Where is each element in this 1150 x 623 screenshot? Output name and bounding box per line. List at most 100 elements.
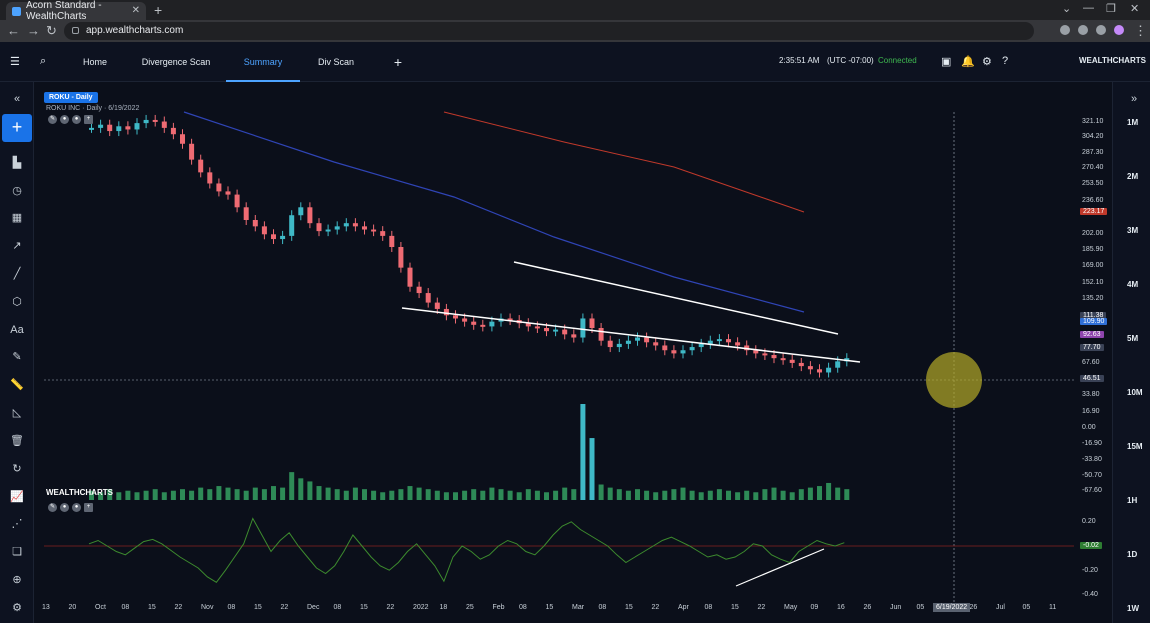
profile-avatar[interactable]	[1114, 25, 1124, 35]
reload-icon[interactable]: ↻	[46, 23, 57, 39]
candle	[534, 326, 540, 329]
chart-visibility-icon[interactable]: ●	[60, 115, 69, 124]
candle	[389, 235, 395, 247]
timeframe-option[interactable]: 10M	[1127, 388, 1143, 397]
osc-settings-icon[interactable]: ✎	[48, 503, 57, 512]
new-tab-button[interactable]: +	[154, 2, 162, 18]
browser-tab[interactable]: Acorn Standard - WealthCharts ✕	[6, 0, 146, 22]
minimize-icon[interactable]: —	[1083, 2, 1094, 14]
candle	[107, 124, 113, 132]
chart-more-icon[interactable]: ●	[72, 115, 81, 124]
close-window-icon[interactable]: ✕	[1130, 2, 1139, 15]
measure-icon[interactable]: ◺	[8, 404, 26, 422]
save-icon[interactable]: ▣	[941, 55, 951, 68]
timeframe-option[interactable]: 1D	[1127, 550, 1137, 559]
clock-icon[interactable]: ◷	[8, 182, 26, 200]
candle	[580, 318, 586, 338]
timeframe-option[interactable]: 15M	[1127, 442, 1143, 451]
volume-bar	[443, 492, 449, 500]
timeframe-option[interactable]: 1H	[1127, 496, 1137, 505]
candle	[152, 119, 158, 122]
trash-icon[interactable]: 🗑	[8, 432, 26, 450]
osc-visibility-icon[interactable]: ●	[60, 503, 69, 512]
volume-bar	[453, 492, 458, 500]
gear-icon[interactable]: ⚙	[982, 55, 992, 68]
candle	[98, 124, 104, 128]
chart-settings-icon[interactable]: ✎	[48, 115, 57, 124]
trend-icon[interactable]: ↗	[8, 237, 26, 255]
tab-home[interactable]: Home	[75, 42, 115, 82]
timeframe-option[interactable]: 4M	[1127, 280, 1138, 289]
candle	[635, 337, 640, 341]
crosshair-icon[interactable]: ⊕	[8, 571, 26, 589]
search-icon[interactable]: ⌕	[40, 55, 46, 68]
osc-add-icon[interactable]: +	[84, 503, 93, 512]
close-tab-icon[interactable]: ✕	[132, 5, 140, 16]
volume-bar	[762, 489, 768, 500]
url-field[interactable]: app.wealthcharts.com	[64, 22, 1034, 40]
time-tick-label: 22	[757, 604, 766, 611]
volume-bar	[616, 489, 622, 500]
volume-bar	[116, 492, 122, 500]
collapse-right-icon[interactable]: »	[1125, 90, 1143, 108]
layers-icon[interactable]: ❏	[8, 543, 26, 561]
help-icon[interactable]: ?	[1002, 55, 1008, 67]
volume-bar	[744, 490, 750, 500]
settings-gear-icon[interactable]: ⚙	[8, 599, 26, 617]
shape-tool-icon[interactable]: ⬡	[8, 293, 26, 311]
time-tick-label: 15	[731, 604, 739, 611]
refresh-icon[interactable]: ↻	[8, 460, 26, 478]
volume-bar	[726, 490, 731, 500]
line-tool-icon[interactable]: ╱	[8, 265, 26, 283]
text-tool-icon[interactable]: Aa	[8, 321, 26, 339]
sidebar-icon[interactable]	[1096, 25, 1106, 35]
volume-bar	[635, 489, 640, 500]
tab-div-scan[interactable]: Div Scan	[312, 42, 360, 82]
candle	[489, 321, 495, 327]
osc-more-icon[interactable]: ●	[72, 503, 81, 512]
candle	[216, 183, 222, 192]
calendar-icon[interactable]: ▦	[8, 209, 26, 227]
price-label-badge: 92.63	[1080, 331, 1104, 338]
volume-bar	[252, 487, 258, 500]
price-tick-label: 0.00	[1082, 424, 1096, 431]
collapse-left-icon[interactable]: «	[8, 90, 26, 108]
volume-bar	[680, 487, 686, 500]
candle	[407, 267, 413, 287]
chart-type-icon[interactable]: ▙	[8, 154, 26, 172]
chart-add-icon[interactable]: +	[84, 115, 93, 124]
ruler-icon[interactable]: 📏	[8, 376, 26, 394]
add-button[interactable]: +	[2, 114, 32, 142]
volume-bar	[689, 490, 695, 500]
tab-divergence-scan[interactable]: Divergence Scan	[140, 42, 212, 82]
price-tick-label: 202.00	[1082, 230, 1104, 237]
symbol-tag[interactable]: ROKU - Daily	[44, 92, 98, 103]
timeframe-option[interactable]: 1M	[1127, 118, 1138, 127]
timeframe-option[interactable]: 1W	[1127, 604, 1139, 613]
indicator-icon[interactable]: 📈	[8, 488, 26, 506]
browser-menu-icon[interactable]: ⋮	[1134, 23, 1147, 39]
volume-bar	[534, 490, 540, 500]
back-icon[interactable]: ←	[7, 23, 20, 38]
volume-bar	[189, 490, 195, 500]
timeframe-sidebar: » 1M 2M 3M 4M 5M 10M 15M 1H 1D 1W	[1112, 82, 1150, 623]
candle	[789, 359, 795, 363]
timeframe-option[interactable]: 2M	[1127, 172, 1138, 181]
chart-area[interactable]: ROKU - Daily ROKU INC · Daily · 6/19/202…	[34, 82, 1112, 623]
bell-icon[interactable]: 🔔	[961, 55, 975, 68]
osc-tick-label: -0.20	[1082, 567, 1098, 574]
pattern-icon[interactable]: ⋰	[8, 515, 26, 533]
hamburger-menu-icon[interactable]: ☰	[10, 55, 20, 68]
tab-search-icon[interactable]: ⌄	[1062, 2, 1071, 15]
add-tab-button[interactable]: +	[388, 42, 408, 82]
extensions-puzzle-icon[interactable]	[1078, 25, 1088, 35]
tab-summary[interactable]: Summary	[226, 42, 300, 82]
candle	[170, 127, 176, 135]
restore-icon[interactable]: ❐	[1106, 2, 1116, 15]
timeframe-option[interactable]: 5M	[1127, 334, 1138, 343]
pencil-icon[interactable]: ✎	[8, 348, 26, 366]
extension-icon[interactable]	[1060, 25, 1070, 35]
timeframe-option[interactable]: 3M	[1127, 226, 1138, 235]
volume-bar	[180, 489, 185, 500]
forward-icon[interactable]: →	[27, 23, 40, 38]
